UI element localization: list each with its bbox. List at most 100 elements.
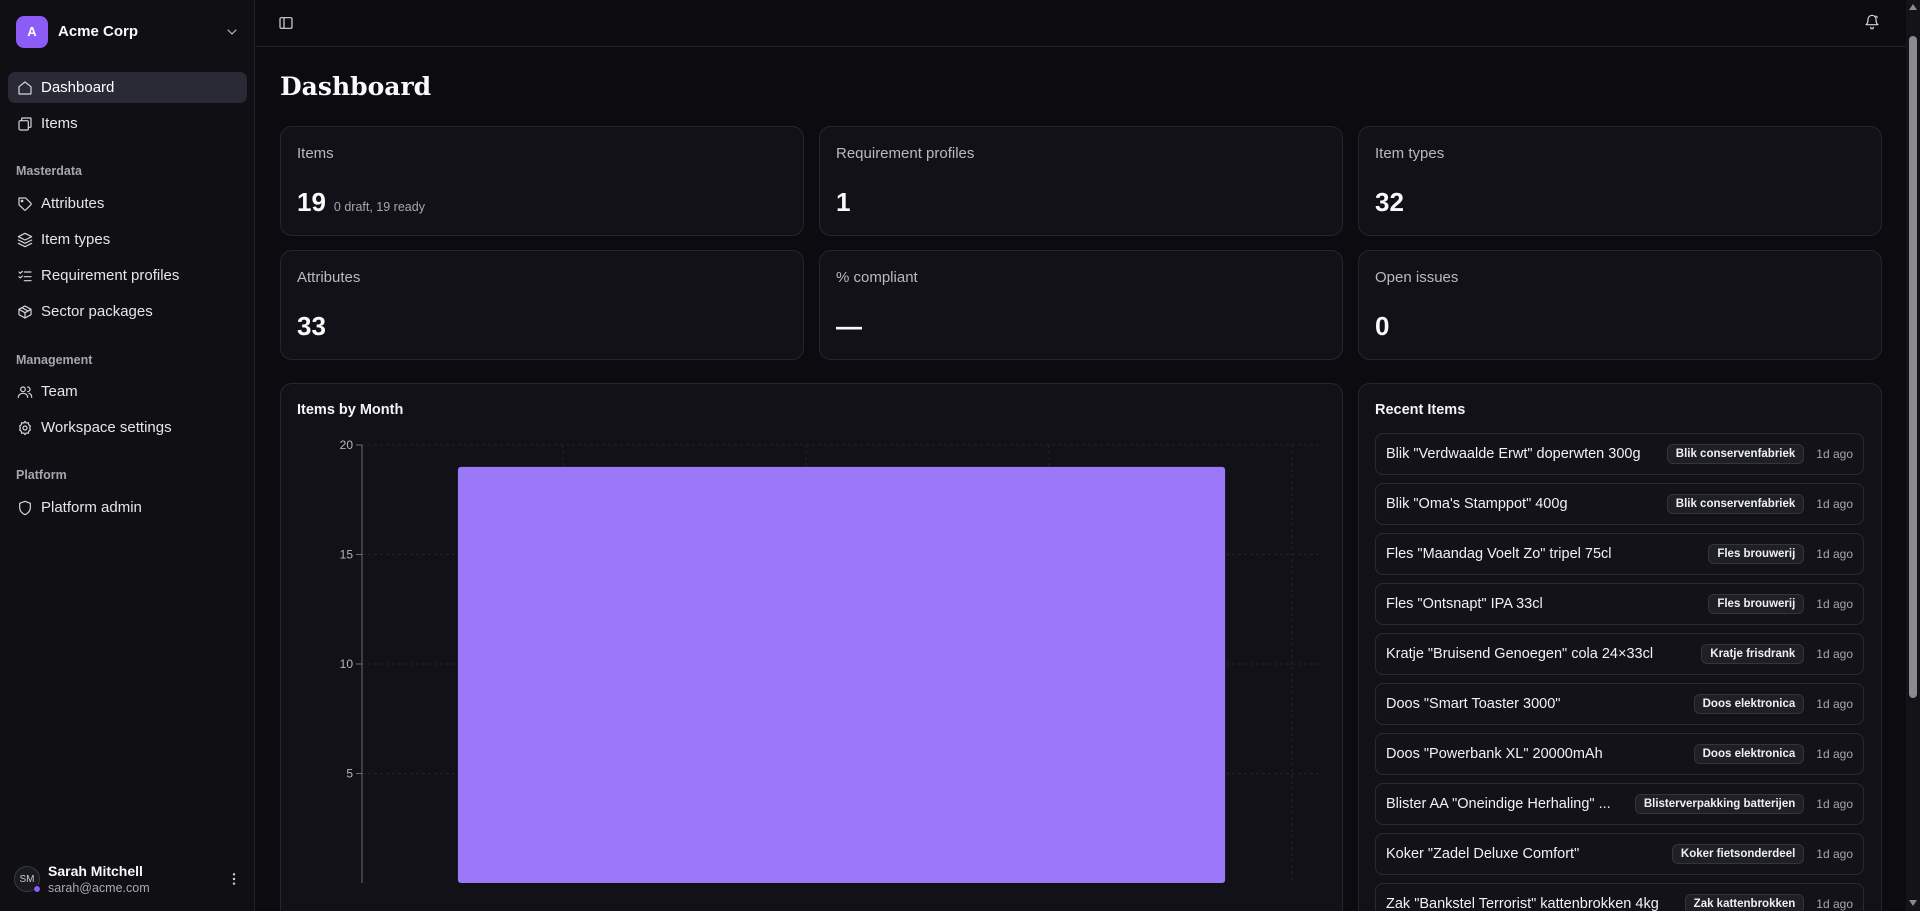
stat-label: Attributes xyxy=(297,269,361,286)
org-switcher[interactable]: A Acme Corp xyxy=(16,15,240,48)
item-name: Doos "Smart Toaster 3000" xyxy=(1386,696,1561,712)
sidebar-item-workspace-settings[interactable]: Workspace settings xyxy=(8,412,247,443)
package-icon xyxy=(17,304,33,320)
scroll-thumb[interactable] xyxy=(1909,36,1917,698)
stat-label: Items xyxy=(297,145,334,162)
stat-number: 0 xyxy=(1375,311,1390,341)
item-name: Koker "Zadel Deluxe Comfort" xyxy=(1386,846,1580,862)
stat-card-requirement-profiles[interactable]: Requirement profiles 1 xyxy=(819,126,1343,236)
item-timestamp: 1d ago xyxy=(1816,647,1853,661)
sidebar-item-platform-admin[interactable]: Platform admin xyxy=(8,492,247,523)
stat-subtext: 0 draft, 19 ready xyxy=(333,200,425,214)
section-title-management: Management xyxy=(16,353,93,367)
y-tick-label: 15 xyxy=(340,548,354,562)
list-item[interactable]: Fles "Maandag Voelt Zo" tripel 75cl Fles … xyxy=(1375,533,1864,575)
top-bar xyxy=(256,0,1906,47)
item-name: Kratje "Bruisend Genoegen" cola 24×33cl xyxy=(1386,646,1654,662)
chart-bar[interactable] xyxy=(457,466,1226,883)
stat-value: 33 xyxy=(297,311,326,342)
stat-label: Item types xyxy=(1375,145,1445,162)
sidebar-item-requirement-profiles[interactable]: Requirement profiles xyxy=(8,260,247,291)
sidebar-item-label: Platform admin xyxy=(41,499,142,516)
stat-number: — xyxy=(836,311,862,341)
item-timestamp: 1d ago xyxy=(1816,697,1853,711)
item-name: Blik "Verdwaalde Erwt" doperwten 300g xyxy=(1386,446,1641,462)
sidebar-item-attributes[interactable]: Attributes xyxy=(8,188,247,219)
user-info: Sarah Mitchell sarah@acme.com xyxy=(48,863,226,896)
list-item[interactable]: Blister AA "Oneindige Herhaling" ... Blis… xyxy=(1375,783,1864,825)
recent-items-list: Blik "Verdwaalde Erwt" doperwten 300g Bli… xyxy=(1375,433,1864,911)
page-scrollbar[interactable] xyxy=(1906,0,1920,911)
section-title-masterdata: Masterdata xyxy=(16,164,82,178)
sidebar-item-items[interactable]: Items xyxy=(8,108,247,139)
avatar: SM xyxy=(14,866,41,893)
home-icon xyxy=(17,80,33,96)
sidebar-item-label: Item types xyxy=(41,231,111,248)
stat-card-attributes[interactable]: Attributes 33 xyxy=(280,250,804,360)
gear-icon xyxy=(17,420,33,436)
stat-value: 19 0 draft, 19 ready xyxy=(297,187,425,218)
item-timestamp: 1d ago xyxy=(1816,897,1853,911)
recent-items-card: Recent Items Blik "Verdwaalde Erwt" dope… xyxy=(1358,383,1882,911)
item-type-badge: Blik conservenfabriek xyxy=(1666,444,1805,464)
item-name: Blik "Oma's Stamppot" 400g xyxy=(1386,496,1568,512)
stat-label: % compliant xyxy=(836,269,918,286)
item-timestamp: 1d ago xyxy=(1816,847,1853,861)
stat-card-compliant[interactable]: % compliant — xyxy=(819,250,1343,360)
stat-label: Requirement profiles xyxy=(836,145,975,162)
list-item[interactable]: Zak "Bankstel Terrorist" kattenbrokken 4… xyxy=(1375,883,1864,911)
sidebar: A Acme Corp Dashboard Items Masterdata A… xyxy=(0,0,255,911)
list-item[interactable]: Kratje "Bruisend Genoegen" cola 24×33cl K… xyxy=(1375,633,1864,675)
y-tick-label: 20 xyxy=(340,438,354,452)
list-item[interactable]: Doos "Smart Toaster 3000" Doos elektronic… xyxy=(1375,683,1864,725)
sidebar-item-team[interactable]: Team xyxy=(8,376,247,407)
item-name: Fles "Ontsnapt" IPA 33cl xyxy=(1386,596,1543,612)
shield-icon xyxy=(17,500,33,516)
items-icon xyxy=(17,116,33,132)
stat-card-open-issues[interactable]: Open issues 0 xyxy=(1358,250,1882,360)
stat-number: 33 xyxy=(297,311,326,341)
list-item[interactable]: Blik "Verdwaalde Erwt" doperwten 300g Bli… xyxy=(1375,433,1864,475)
list-item[interactable]: Blik "Oma's Stamppot" 400g Blik conserven… xyxy=(1375,483,1864,525)
item-type-badge: Fles brouwerij xyxy=(1708,594,1805,614)
sidebar-item-label: Attributes xyxy=(41,195,105,212)
sidebar-item-label: Requirement profiles xyxy=(41,267,180,284)
scroll-up-arrow[interactable] xyxy=(1909,4,1917,10)
list-item[interactable]: Fles "Ontsnapt" IPA 33cl Fles brouwerij 1d… xyxy=(1375,583,1864,625)
page-title: Dashboard xyxy=(280,72,432,101)
y-tick-label: 5 xyxy=(346,767,353,781)
bell-icon[interactable] xyxy=(1864,14,1880,30)
users-icon xyxy=(17,384,33,400)
sidebar-item-item-types[interactable]: Item types xyxy=(8,224,247,255)
more-vertical-icon[interactable] xyxy=(226,871,242,887)
scroll-down-arrow[interactable] xyxy=(1909,900,1917,906)
stat-card-items[interactable]: Items 19 0 draft, 19 ready xyxy=(280,126,804,236)
status-dot xyxy=(33,885,41,893)
user-profile[interactable]: SM Sarah Mitchell sarah@acme.com xyxy=(14,861,242,897)
list-item[interactable]: Koker "Zadel Deluxe Comfort" Koker fietso… xyxy=(1375,833,1864,875)
item-name: Doos "Powerbank XL" 20000mAh xyxy=(1386,746,1603,762)
sidebar-item-label: Sector packages xyxy=(41,303,153,320)
list-item[interactable]: Doos "Powerbank XL" 20000mAh Doos elektro… xyxy=(1375,733,1864,775)
user-name: Sarah Mitchell xyxy=(48,862,143,879)
item-timestamp: 1d ago xyxy=(1816,747,1853,761)
user-email: sarah@acme.com xyxy=(48,880,150,895)
stat-card-item-types[interactable]: Item types 32 xyxy=(1358,126,1882,236)
sidebar-item-sector-packages[interactable]: Sector packages xyxy=(8,296,247,327)
item-timestamp: 1d ago xyxy=(1816,547,1853,561)
chart-card: Items by Month 5 10 15 20 xyxy=(280,383,1343,911)
item-type-badge: Blik conservenfabriek xyxy=(1666,494,1805,514)
list-checks-icon xyxy=(17,268,33,284)
sidebar-toggle-icon[interactable] xyxy=(278,15,294,31)
item-type-badge: Doos elektronica xyxy=(1693,744,1805,764)
avatar-initials: SM xyxy=(19,873,35,885)
sidebar-item-dashboard[interactable]: Dashboard xyxy=(8,72,247,103)
item-type-badge: Zak kattenbrokken xyxy=(1684,894,1805,911)
item-type-badge: Kratje frisdrank xyxy=(1701,644,1805,664)
sidebar-item-label: Workspace settings xyxy=(41,419,172,436)
item-timestamp: 1d ago xyxy=(1816,797,1853,811)
sidebar-item-label: Items xyxy=(41,115,78,132)
tag-icon xyxy=(17,196,33,212)
chevron-down-icon xyxy=(224,24,240,40)
sidebar-item-label: Team xyxy=(41,383,78,400)
